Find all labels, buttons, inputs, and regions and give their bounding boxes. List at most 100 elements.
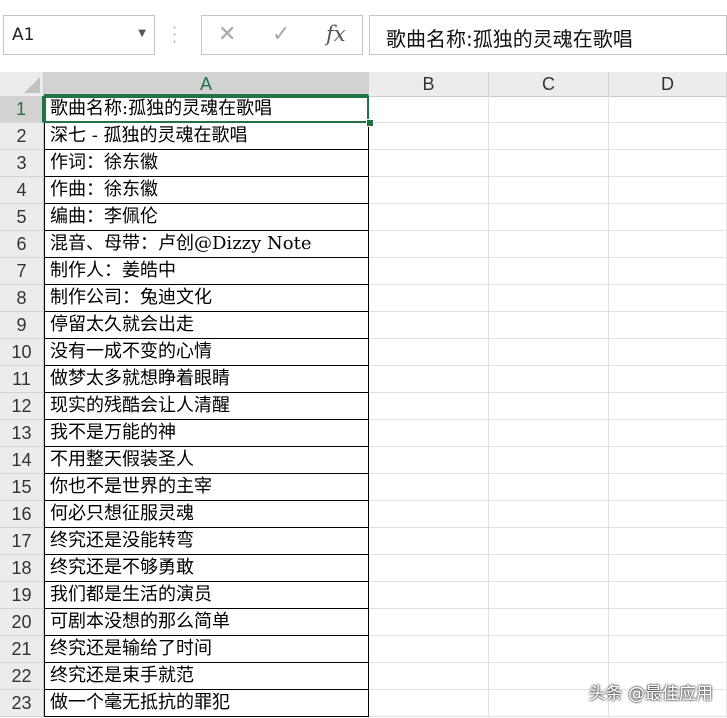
cell-a[interactable]: 作曲：徐东徽 (44, 177, 369, 204)
cell-a[interactable]: 终究还是没能转弯 (44, 528, 369, 555)
row-header[interactable]: 19 (0, 582, 44, 609)
cell-a[interactable]: 停留太久就会出走 (44, 312, 369, 339)
cell-c[interactable] (489, 96, 609, 123)
cell-b[interactable] (369, 690, 489, 717)
cell-b[interactable] (369, 366, 489, 393)
cell-a[interactable]: 我们都是生活的演员 (44, 582, 369, 609)
cell-c[interactable] (489, 258, 609, 285)
row-header[interactable]: 4 (0, 177, 44, 204)
cell-d[interactable] (609, 177, 727, 204)
select-all-button[interactable] (0, 72, 44, 96)
cell-b[interactable] (369, 231, 489, 258)
cell-c[interactable] (489, 582, 609, 609)
cell-b[interactable] (369, 285, 489, 312)
row-header[interactable]: 1 (0, 96, 44, 123)
cell-a[interactable]: 歌曲名称:孤独的灵魂在歌唱 (44, 96, 369, 123)
cell-a[interactable]: 终究还是束手就范 (44, 663, 369, 690)
row-header[interactable]: 8 (0, 285, 44, 312)
cell-b[interactable] (369, 177, 489, 204)
cell-d[interactable] (609, 231, 727, 258)
cell-b[interactable] (369, 555, 489, 582)
row-header[interactable]: 22 (0, 663, 44, 690)
row-header[interactable]: 10 (0, 339, 44, 366)
cell-a[interactable]: 混音、母带：卢创@Dizzy Note (44, 231, 369, 258)
cancel-icon[interactable]: ✕ (218, 22, 236, 47)
row-header[interactable]: 6 (0, 231, 44, 258)
cell-c[interactable] (489, 339, 609, 366)
row-header[interactable]: 17 (0, 528, 44, 555)
cell-a[interactable]: 不用整天假装圣人 (44, 447, 369, 474)
cell-d[interactable] (609, 96, 727, 123)
cell-a[interactable]: 你也不是世界的主宰 (44, 474, 369, 501)
formula-input[interactable]: 歌曲名称:孤独的灵魂在歌唱 (369, 15, 727, 55)
cell-b[interactable] (369, 150, 489, 177)
column-header-c[interactable]: C (489, 72, 609, 96)
cell-b[interactable] (369, 501, 489, 528)
row-header[interactable]: 21 (0, 636, 44, 663)
cell-b[interactable] (369, 447, 489, 474)
cell-a[interactable]: 没有一成不变的心情 (44, 339, 369, 366)
cell-d[interactable] (609, 636, 727, 663)
cell-d[interactable] (609, 420, 727, 447)
cell-c[interactable] (489, 609, 609, 636)
cell-b[interactable] (369, 393, 489, 420)
cell-a[interactable]: 制作人：姜皓中 (44, 258, 369, 285)
cell-d[interactable] (609, 258, 727, 285)
cell-d[interactable] (609, 474, 727, 501)
cell-c[interactable] (489, 501, 609, 528)
cell-a[interactable]: 深七 - 孤独的灵魂在歌唱 (44, 123, 369, 150)
cell-c[interactable] (489, 420, 609, 447)
row-header[interactable]: 13 (0, 420, 44, 447)
chevron-down-icon[interactable]: ▼ (138, 28, 146, 39)
cell-a[interactable]: 做一个毫无抵抗的罪犯 (44, 690, 369, 717)
cell-a[interactable]: 我不是万能的神 (44, 420, 369, 447)
insert-function-icon[interactable]: fx (326, 22, 346, 46)
row-header[interactable]: 5 (0, 204, 44, 231)
row-header[interactable]: 12 (0, 393, 44, 420)
cell-d[interactable] (609, 339, 727, 366)
row-header[interactable]: 2 (0, 123, 44, 150)
cell-b[interactable] (369, 123, 489, 150)
cell-d[interactable] (609, 204, 727, 231)
cell-b[interactable] (369, 663, 489, 690)
cell-a[interactable]: 制作公司：兔迪文化 (44, 285, 369, 312)
cell-a[interactable]: 终究还是不够勇敢 (44, 555, 369, 582)
row-header[interactable]: 18 (0, 555, 44, 582)
cell-b[interactable] (369, 339, 489, 366)
cell-c[interactable] (489, 447, 609, 474)
cell-d[interactable] (609, 123, 727, 150)
cell-a[interactable]: 作词：徐东徽 (44, 150, 369, 177)
row-header[interactable]: 15 (0, 474, 44, 501)
cell-b[interactable] (369, 96, 489, 123)
row-header[interactable]: 23 (0, 690, 44, 717)
cell-d[interactable] (609, 501, 727, 528)
cell-c[interactable] (489, 231, 609, 258)
grip-icon[interactable]: · · · (172, 20, 177, 50)
row-header[interactable]: 11 (0, 366, 44, 393)
cell-c[interactable] (489, 528, 609, 555)
row-header[interactable]: 7 (0, 258, 44, 285)
cell-d[interactable] (609, 555, 727, 582)
cell-c[interactable] (489, 474, 609, 501)
cell-d[interactable] (609, 447, 727, 474)
cell-b[interactable] (369, 420, 489, 447)
cell-a[interactable]: 做梦太多就想睁着眼睛 (44, 366, 369, 393)
cell-c[interactable] (489, 204, 609, 231)
row-header[interactable]: 3 (0, 150, 44, 177)
cell-d[interactable] (609, 312, 727, 339)
cell-a[interactable]: 现实的残酷会让人清醒 (44, 393, 369, 420)
cell-b[interactable] (369, 528, 489, 555)
cell-c[interactable] (489, 123, 609, 150)
cell-d[interactable] (609, 609, 727, 636)
cell-a[interactable]: 何必只想征服灵魂 (44, 501, 369, 528)
row-header[interactable]: 16 (0, 501, 44, 528)
row-header[interactable]: 9 (0, 312, 44, 339)
row-header[interactable]: 20 (0, 609, 44, 636)
cell-c[interactable] (489, 366, 609, 393)
cell-d[interactable] (609, 393, 727, 420)
name-box[interactable]: A1 ▼ (3, 15, 155, 55)
cell-b[interactable] (369, 312, 489, 339)
cell-b[interactable] (369, 258, 489, 285)
cell-a[interactable]: 可剧本没想的那么简单 (44, 609, 369, 636)
cell-c[interactable] (489, 555, 609, 582)
